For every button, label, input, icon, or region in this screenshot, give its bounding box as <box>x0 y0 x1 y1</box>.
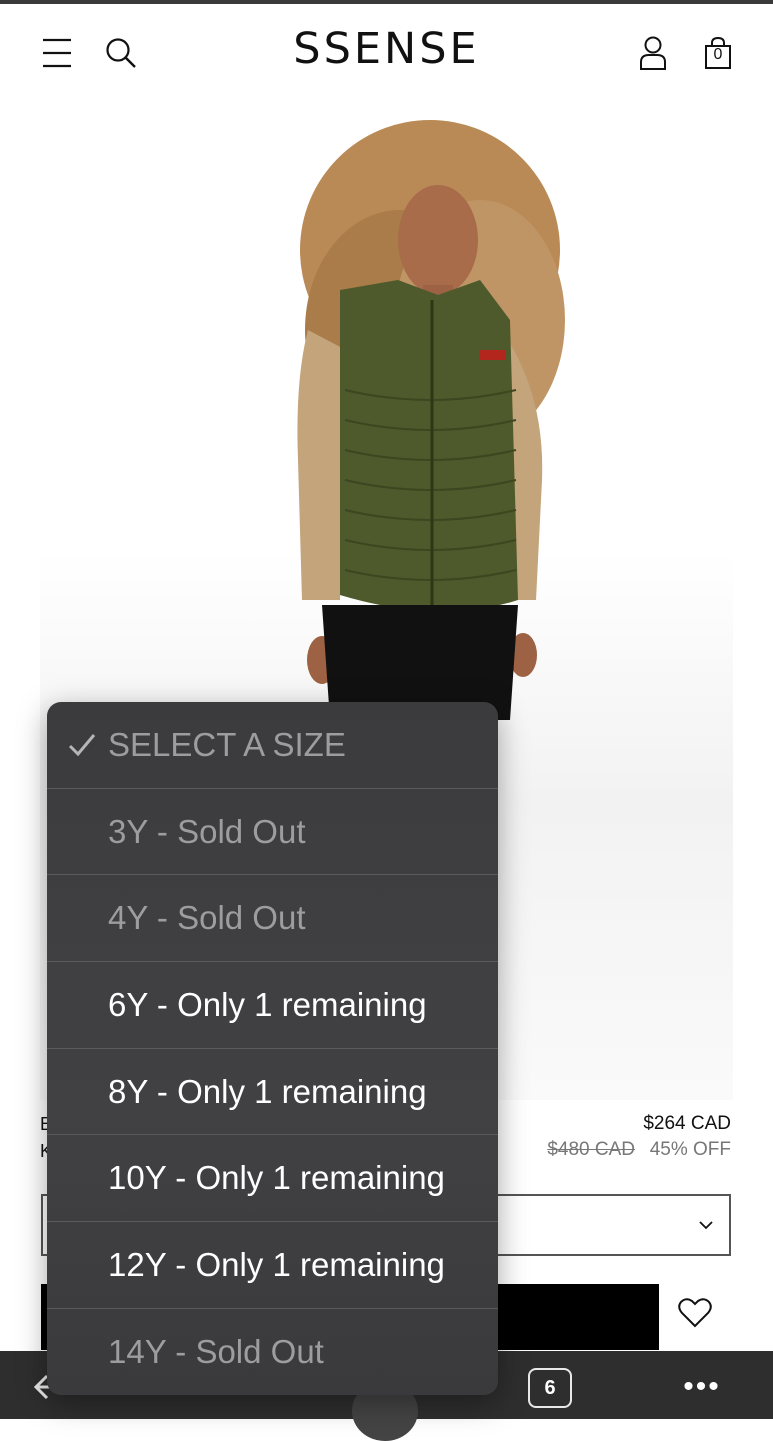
size-option-label: 4Y - Sold Out <box>108 899 306 937</box>
size-option[interactable]: 10Y - Only 1 remaining <box>47 1135 498 1223</box>
sale-price: $264 CAD <box>643 1113 731 1134</box>
discount-label: 45% OFF <box>649 1139 731 1160</box>
size-option[interactable]: 12Y - Only 1 remaining <box>47 1222 498 1309</box>
site-header: SSENSE 0 <box>0 4 773 100</box>
size-option[interactable]: 4Y - Sold Out <box>47 875 498 963</box>
size-option-label: 3Y - Sold Out <box>108 812 306 850</box>
checkmark-icon <box>68 734 96 757</box>
original-price: $480 CAD <box>547 1139 635 1160</box>
size-option[interactable]: 14Y - Sold Out <box>47 1309 498 1395</box>
size-option[interactable]: 3Y - Sold Out <box>47 789 498 876</box>
size-option-label: 10Y - Only 1 remaining <box>108 1159 445 1197</box>
shopping-bag-icon[interactable]: 0 <box>698 32 738 74</box>
size-option[interactable]: 8Y - Only 1 remaining <box>47 1049 498 1136</box>
size-option-label: SELECT A SIZE <box>108 725 346 763</box>
size-dropdown-menu: SELECT A SIZE 3Y - Sold Out 4Y - Sold Ou… <box>47 702 498 1395</box>
size-option-label: 6Y - Only 1 remaining <box>108 985 427 1023</box>
size-option-label: 14Y - Sold Out <box>108 1333 324 1371</box>
bag-count: 0 <box>713 46 723 63</box>
more-options-icon[interactable]: ••• <box>678 1370 726 1403</box>
heart-icon[interactable] <box>676 1294 714 1332</box>
tabs-button[interactable]: 6 <box>528 1368 572 1408</box>
chevron-down-icon <box>699 1221 713 1230</box>
size-option-label: 12Y - Only 1 remaining <box>108 1245 445 1283</box>
size-option[interactable]: SELECT A SIZE <box>47 702 498 789</box>
size-option[interactable]: 6Y - Only 1 remaining <box>47 962 498 1049</box>
size-option-label: 8Y - Only 1 remaining <box>108 1072 427 1110</box>
account-icon[interactable] <box>632 32 674 74</box>
